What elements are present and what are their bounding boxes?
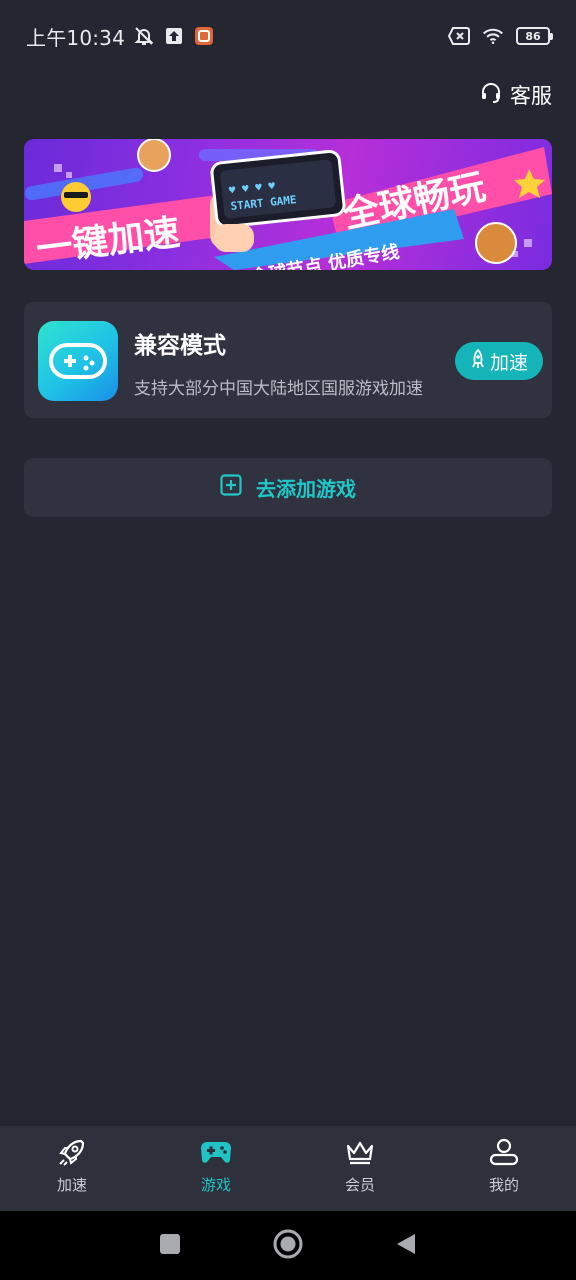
add-game-button[interactable]: 去添加游戏 [24, 458, 552, 517]
nav-item-membership[interactable]: 会员 [288, 1126, 432, 1211]
promo-banner[interactable]: ♥ ♥ ♥ ♥ START GAME 一键加速 全球畅玩 全球节点 优质专线 [24, 139, 552, 270]
circle-icon [273, 1229, 303, 1258]
plus-square-icon [220, 474, 242, 501]
gamepad-icon [200, 1136, 232, 1168]
nav-item-profile[interactable]: 我的 [432, 1126, 576, 1211]
accelerate-button[interactable]: 加速 [455, 342, 543, 380]
customer-service-button[interactable]: 客服 [480, 80, 552, 110]
nav-item-accelerate[interactable]: 加速 [0, 1126, 144, 1211]
home-button[interactable] [273, 1229, 303, 1263]
mute-bell-icon [133, 25, 155, 47]
status-left: 上午10:34 [26, 22, 215, 51]
battery-level: 86 [525, 29, 541, 43]
banner-artwork: ♥ ♥ ♥ ♥ START GAME 一键加速 全球畅玩 全球节点 优质专线 [24, 139, 552, 270]
nav-label-games: 游戏 [200, 1176, 231, 1194]
headset-icon [480, 82, 502, 109]
recent-apps-button[interactable] [159, 1233, 181, 1259]
battery-icon: 86 [516, 27, 553, 45]
user-icon [488, 1136, 520, 1168]
game-card-compatible-mode[interactable]: 兼容模式 支持大部分中国大陆地区国服游戏加速 加速 [24, 302, 552, 418]
status-time: 上午10:34 [26, 25, 126, 50]
game-description: 支持大部分中国大陆地区国服游戏加速 [134, 379, 423, 399]
app-notification-icon [193, 25, 215, 47]
no-sim-icon [448, 25, 470, 47]
triangle-back-icon [397, 1233, 415, 1254]
status-right: 86 [448, 25, 553, 47]
wifi-icon [482, 25, 504, 47]
nav-label-membership: 会员 [344, 1176, 375, 1194]
rocket-icon [56, 1136, 88, 1168]
gamepad-icon [38, 321, 118, 401]
status-bar: 上午10:34 86 [0, 0, 576, 72]
square-icon [160, 1233, 180, 1254]
add-game-label: 去添加游戏 [256, 477, 356, 501]
rocket-icon [470, 348, 486, 374]
nav-label-accelerate: 加速 [56, 1176, 87, 1194]
nav-item-games[interactable]: 游戏 [144, 1126, 288, 1211]
bottom-nav: 加速 游戏 会员 我的 [0, 1126, 576, 1211]
system-nav-bar [0, 1211, 576, 1280]
nav-label-profile: 我的 [488, 1176, 519, 1194]
game-title: 兼容模式 [134, 333, 226, 359]
accelerate-button-label: 加速 [489, 351, 528, 374]
upload-icon [163, 25, 185, 47]
back-button[interactable] [395, 1232, 417, 1260]
crown-icon [344, 1136, 376, 1168]
customer-service-label: 客服 [510, 84, 552, 108]
